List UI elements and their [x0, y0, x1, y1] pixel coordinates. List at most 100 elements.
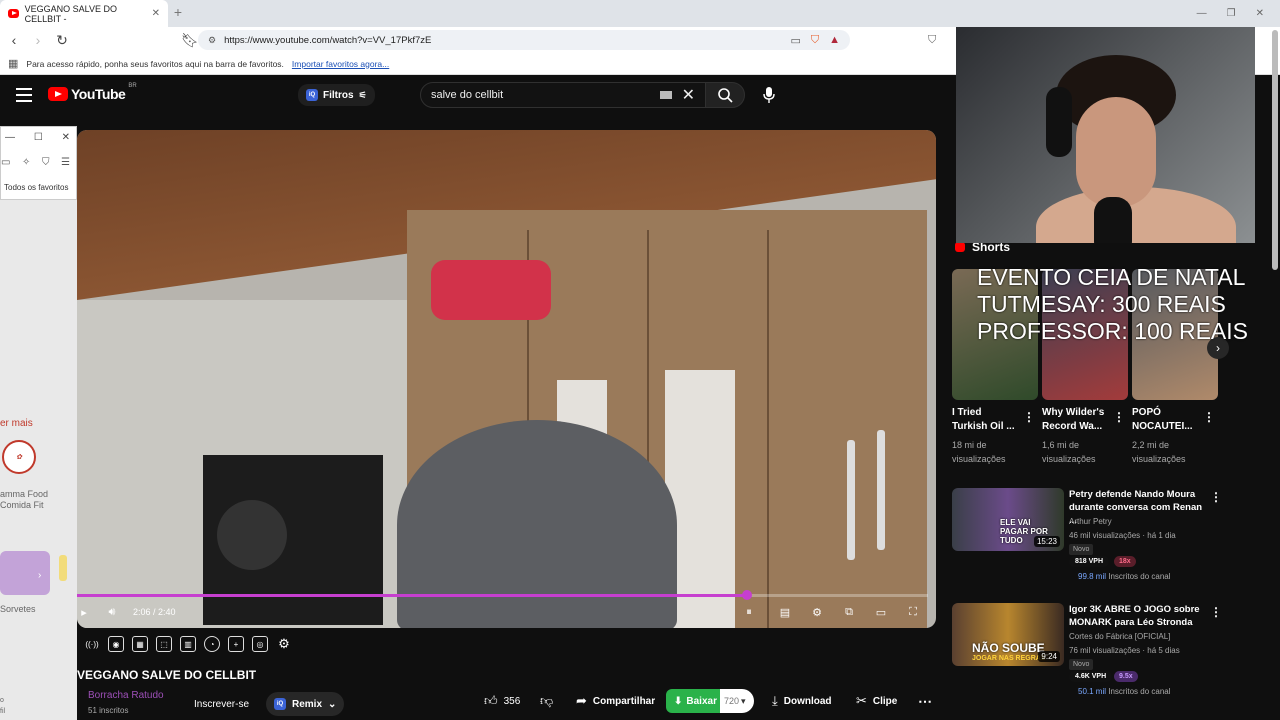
quality-select[interactable]: 720 ▾ — [720, 689, 754, 713]
search-input[interactable]: salve do cellbit ✕ — [420, 82, 706, 108]
channel-name[interactable]: Arthur Petry — [1069, 517, 1112, 526]
like-count: 356 — [503, 695, 521, 707]
chevron-right-icon[interactable]: › — [38, 570, 41, 581]
settings-icon[interactable]: ⚙ — [810, 606, 824, 619]
voice-search-button[interactable] — [760, 86, 778, 104]
video-duration: 15:23 — [1033, 536, 1060, 547]
short-title[interactable]: Why Wilder's Record Wa... — [1042, 406, 1112, 434]
channel-name[interactable]: Borracha Ratudo — [88, 690, 164, 701]
import-bookmarks-link[interactable]: Importar favoritos agora... — [292, 59, 389, 69]
more-options-icon[interactable]: ⋮ — [1113, 410, 1125, 424]
share-button[interactable]: ➦ Compartilhar — [566, 689, 666, 713]
video-thumbnail[interactable]: NÃO SOUBE JOGAR NAS REGRAS 9:24 — [952, 603, 1064, 666]
view-eye-icon[interactable]: ◉ — [108, 636, 124, 652]
gear-icon[interactable]: ⚙ — [276, 636, 292, 652]
apps-grid-icon[interactable]: ▦ — [8, 57, 18, 70]
clear-search-icon[interactable]: ✕ — [682, 85, 695, 105]
fullscreen-icon[interactable]: ⛶ — [906, 606, 920, 618]
scrollbar[interactable] — [1272, 30, 1278, 270]
play-icon[interactable]: ▸ — [77, 606, 91, 619]
shield-icon[interactable]: ⛉ — [42, 157, 50, 168]
close-tab-icon[interactable]: ✕ — [152, 8, 160, 19]
site-info-icon[interactable]: ⚙ — [208, 35, 216, 46]
remix-button[interactable]: iQ Remix ⌄ — [266, 692, 345, 716]
new-tab-button[interactable]: + — [170, 4, 186, 22]
minimize-icon[interactable]: — — [1197, 8, 1207, 19]
more-options-icon[interactable]: ⋮ — [1210, 490, 1222, 504]
studio-microphone — [1094, 197, 1132, 243]
like-button[interactable]: 👍︎ 356 — [474, 689, 531, 713]
reload-icon[interactable]: ↻ — [52, 30, 72, 50]
aspect-icon[interactable]: ▥ — [180, 636, 196, 652]
clapper-icon[interactable]: ▦ — [132, 636, 148, 652]
close-icon[interactable]: ✕ — [62, 132, 70, 143]
restore-icon[interactable]: ❐ — [1227, 8, 1236, 19]
restore-icon[interactable]: ☐ — [34, 132, 43, 143]
bookmark-icon[interactable]: 🔖︎ — [180, 30, 200, 50]
youtube-logo[interactable]: YouTube BR — [48, 83, 137, 102]
hamburger-menu-icon[interactable] — [16, 88, 32, 102]
miniplayer-icon[interactable]: ⧉ — [842, 606, 856, 618]
chevron-down-icon: ▾ — [741, 695, 746, 706]
clip-button[interactable]: ✂ Clipe — [846, 689, 908, 713]
address-bar[interactable]: ⚙ https://www.youtube.com/watch?v=VV_17P… — [198, 30, 850, 50]
more-actions-icon[interactable]: ⋯ — [908, 689, 942, 713]
sliders-icon: ⚟ — [358, 89, 367, 100]
download-button[interactable]: ⤓ Download — [762, 689, 842, 713]
short-title[interactable]: POPÓ NOCAUTEI... — [1132, 406, 1202, 434]
brave-rewards-icon[interactable]: ▲ — [829, 34, 840, 47]
tab-icon[interactable]: ▭ — [1, 157, 10, 168]
filters-button[interactable]: iQ Filtros ⚟ — [298, 84, 375, 106]
short-title-line: Record Wa... — [1042, 421, 1103, 432]
sorvetes-card[interactable] — [0, 551, 50, 595]
short-title[interactable]: I Tried Turkish Oil ... — [952, 406, 1022, 434]
sparkle-icon[interactable]: ✧ — [22, 157, 30, 168]
channel-name[interactable]: Cortes do Fábrica [OFICIAL] — [1069, 632, 1170, 641]
more-options-icon[interactable]: ⋮ — [1203, 410, 1215, 424]
vpn-icon[interactable]: ⛉ — [928, 34, 936, 47]
see-more-link[interactable]: er mais — [0, 418, 33, 429]
video-frame-suitcase — [431, 260, 551, 320]
minimize-icon[interactable]: — — [5, 132, 15, 143]
side-panel-footer: o fil — [0, 695, 5, 717]
more-options-icon[interactable]: ⋮ — [1023, 410, 1035, 424]
subscribe-button[interactable]: Inscrever-se — [186, 693, 258, 715]
forward-icon[interactable]: › — [28, 30, 48, 50]
volume-icon[interactable]: 🔊︎ — [105, 606, 119, 618]
search-button[interactable] — [705, 82, 745, 108]
download-arrow-icon: ⬇ — [674, 695, 683, 707]
progress-scrubber[interactable] — [742, 590, 752, 600]
brave-shield-icon[interactable]: ⛉ — [811, 34, 819, 47]
video-meta: 76 mil visualizações · há 5 dias — [1069, 646, 1180, 655]
video-player[interactable] — [77, 130, 936, 628]
overlay-line: EVENTO CEIA DE NATAL — [977, 264, 1246, 290]
close-window-icon[interactable]: ✕ — [1256, 8, 1264, 19]
cast-icon[interactable]: ▭ — [790, 34, 800, 47]
search-value: salve do cellbit — [431, 89, 504, 101]
add-screen-icon[interactable]: + — [228, 636, 244, 652]
autoplay-toggle-icon[interactable]: ⏸ — [738, 606, 760, 618]
video-title[interactable]: Igor 3K ABRE O JOGO sobre MONARK para Lé… — [1069, 603, 1204, 629]
subtitles-icon[interactable]: ▤ — [778, 606, 792, 619]
thumbnail-text-line1: NÃO SOUBE — [972, 641, 1045, 655]
baixar-button[interactable]: ⬇ Baixar — [666, 689, 725, 713]
overlay-line: TUTMESAY: 300 REAIS — [977, 291, 1226, 317]
short-views-line: visualizações — [1132, 454, 1186, 464]
channel-subs: 50.1 mil Inscritos do canal — [1078, 687, 1171, 696]
dislike-button[interactable]: 👎︎ — [530, 689, 564, 713]
mamma-food-logo[interactable]: ✿ — [2, 440, 36, 474]
video-thumbnail[interactable]: ELE VAI PAGAR POR TUDO 15:23 — [952, 488, 1064, 551]
screenshot-icon[interactable]: ◎ — [252, 636, 268, 652]
channel-row: Borracha Ratudo — [88, 690, 164, 701]
back-icon[interactable]: ‹ — [4, 30, 24, 50]
broadcast-icon[interactable]: ((·)) — [84, 636, 100, 652]
keyboard-icon[interactable] — [659, 91, 672, 99]
overlay-line: PROFESSOR: 100 REAIS — [977, 318, 1248, 344]
new-badge: Novo — [1069, 544, 1094, 555]
menu-icon[interactable]: ☰ — [61, 157, 70, 168]
browser-tab[interactable]: VEGGANO SALVE DO CELLBIT - ✕ — [0, 0, 168, 27]
more-options-icon[interactable]: ⋮ — [1210, 605, 1222, 619]
theater-mode-icon[interactable]: ▭ — [874, 606, 888, 619]
speed-icon[interactable]: ◔ — [204, 636, 220, 652]
crop-icon[interactable]: ⬚ — [156, 636, 172, 652]
